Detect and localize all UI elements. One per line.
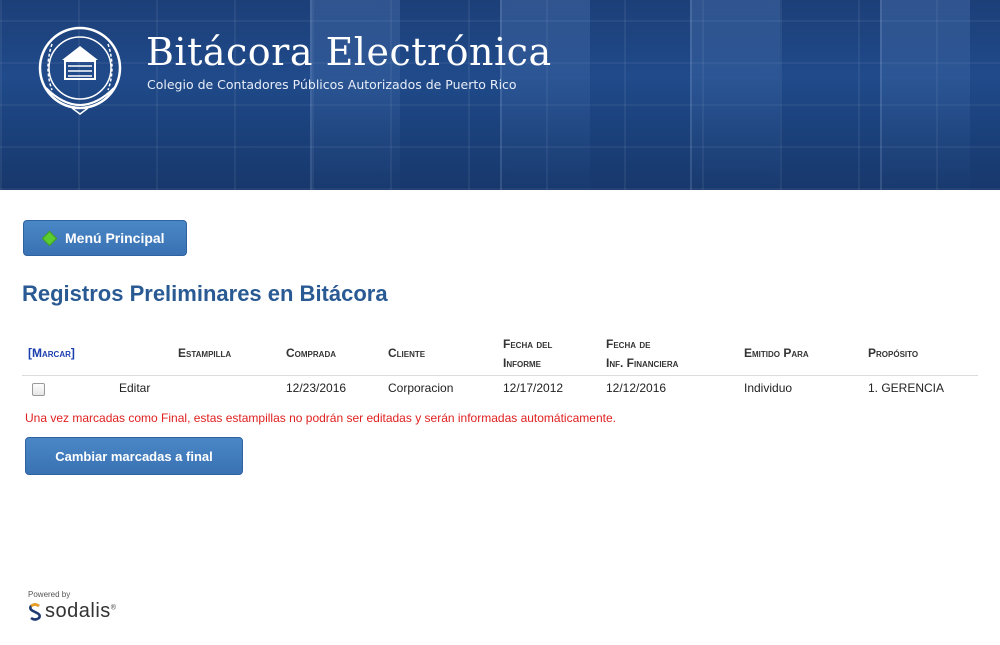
header-emitido-para: Emitido Para — [744, 346, 809, 360]
app-title: Bitácora Electrónica — [146, 30, 552, 74]
banner-glass-panel — [880, 0, 970, 190]
cell-comprada: 12/23/2016 — [286, 381, 347, 395]
header-fecha-inf-financiera-line1: Fecha de — [606, 337, 651, 351]
header-estampilla: Estampilla — [178, 346, 232, 360]
green-diamond-arrow-icon — [41, 230, 58, 246]
table-header: [Marcar] Estampilla Comprada Cliente Fec… — [22, 330, 978, 376]
powered-by-footer: Powered by sodalis® — [28, 590, 116, 623]
sodalis-logo[interactable]: sodalis® — [28, 600, 116, 623]
sodalis-mark-icon — [29, 602, 41, 621]
row-checkbox[interactable] — [32, 383, 45, 396]
final-warning-text: Una vez marcadas como Final, estas estam… — [25, 411, 616, 425]
header-comprada: Comprada — [286, 346, 336, 360]
cpa-seal-icon — [38, 26, 122, 115]
cell-proposito: 1. GERENCIA — [868, 381, 945, 395]
header-fecha-informe-line2: Informe — [503, 356, 541, 370]
header-fecha-informe: Fecha del Informe — [503, 335, 552, 373]
change-to-final-button[interactable]: Cambiar marcadas a final — [25, 437, 243, 475]
mark-all-link[interactable]: [Marcar] — [28, 346, 75, 360]
header-fecha-inf-financiera-line2: Inf. Financiera — [606, 356, 679, 370]
cell-emitido-para: Individuo — [744, 381, 793, 395]
main-menu-button[interactable]: Menú Principal — [23, 220, 187, 256]
banner-glass-panel — [500, 0, 590, 190]
registered-mark: ® — [110, 604, 117, 612]
edit-link[interactable]: Editar — [119, 381, 150, 395]
sodalis-brand-name: sodalis — [45, 600, 111, 622]
header-fecha-informe-line1: Fecha del — [503, 337, 553, 351]
table-row: Editar 12/23/2016 Corporacion 12/17/2012… — [22, 380, 978, 400]
app-subtitle: Colegio de Contadores Públicos Autorizad… — [147, 77, 517, 92]
header-banner: Bitácora Electrónica Colegio de Contador… — [0, 0, 1000, 190]
header-divider — [22, 375, 978, 376]
main-menu-label: Menú Principal — [65, 230, 165, 246]
header-cliente: Cliente — [388, 346, 426, 360]
banner-glass-panel — [310, 0, 400, 190]
page-title: Registros Preliminares en Bitácora — [22, 281, 388, 306]
cell-cliente: Corporacion — [388, 381, 454, 395]
header-fecha-inf-financiera: Fecha de Inf. Financiera — [606, 335, 678, 373]
powered-by-label: Powered by — [28, 590, 71, 599]
cell-fecha-inf-financiera: 12/12/2016 — [606, 381, 667, 395]
header-proposito: Propósito — [868, 346, 919, 360]
banner-glass-panel — [690, 0, 780, 190]
cell-fecha-informe: 12/17/2012 — [503, 381, 564, 395]
